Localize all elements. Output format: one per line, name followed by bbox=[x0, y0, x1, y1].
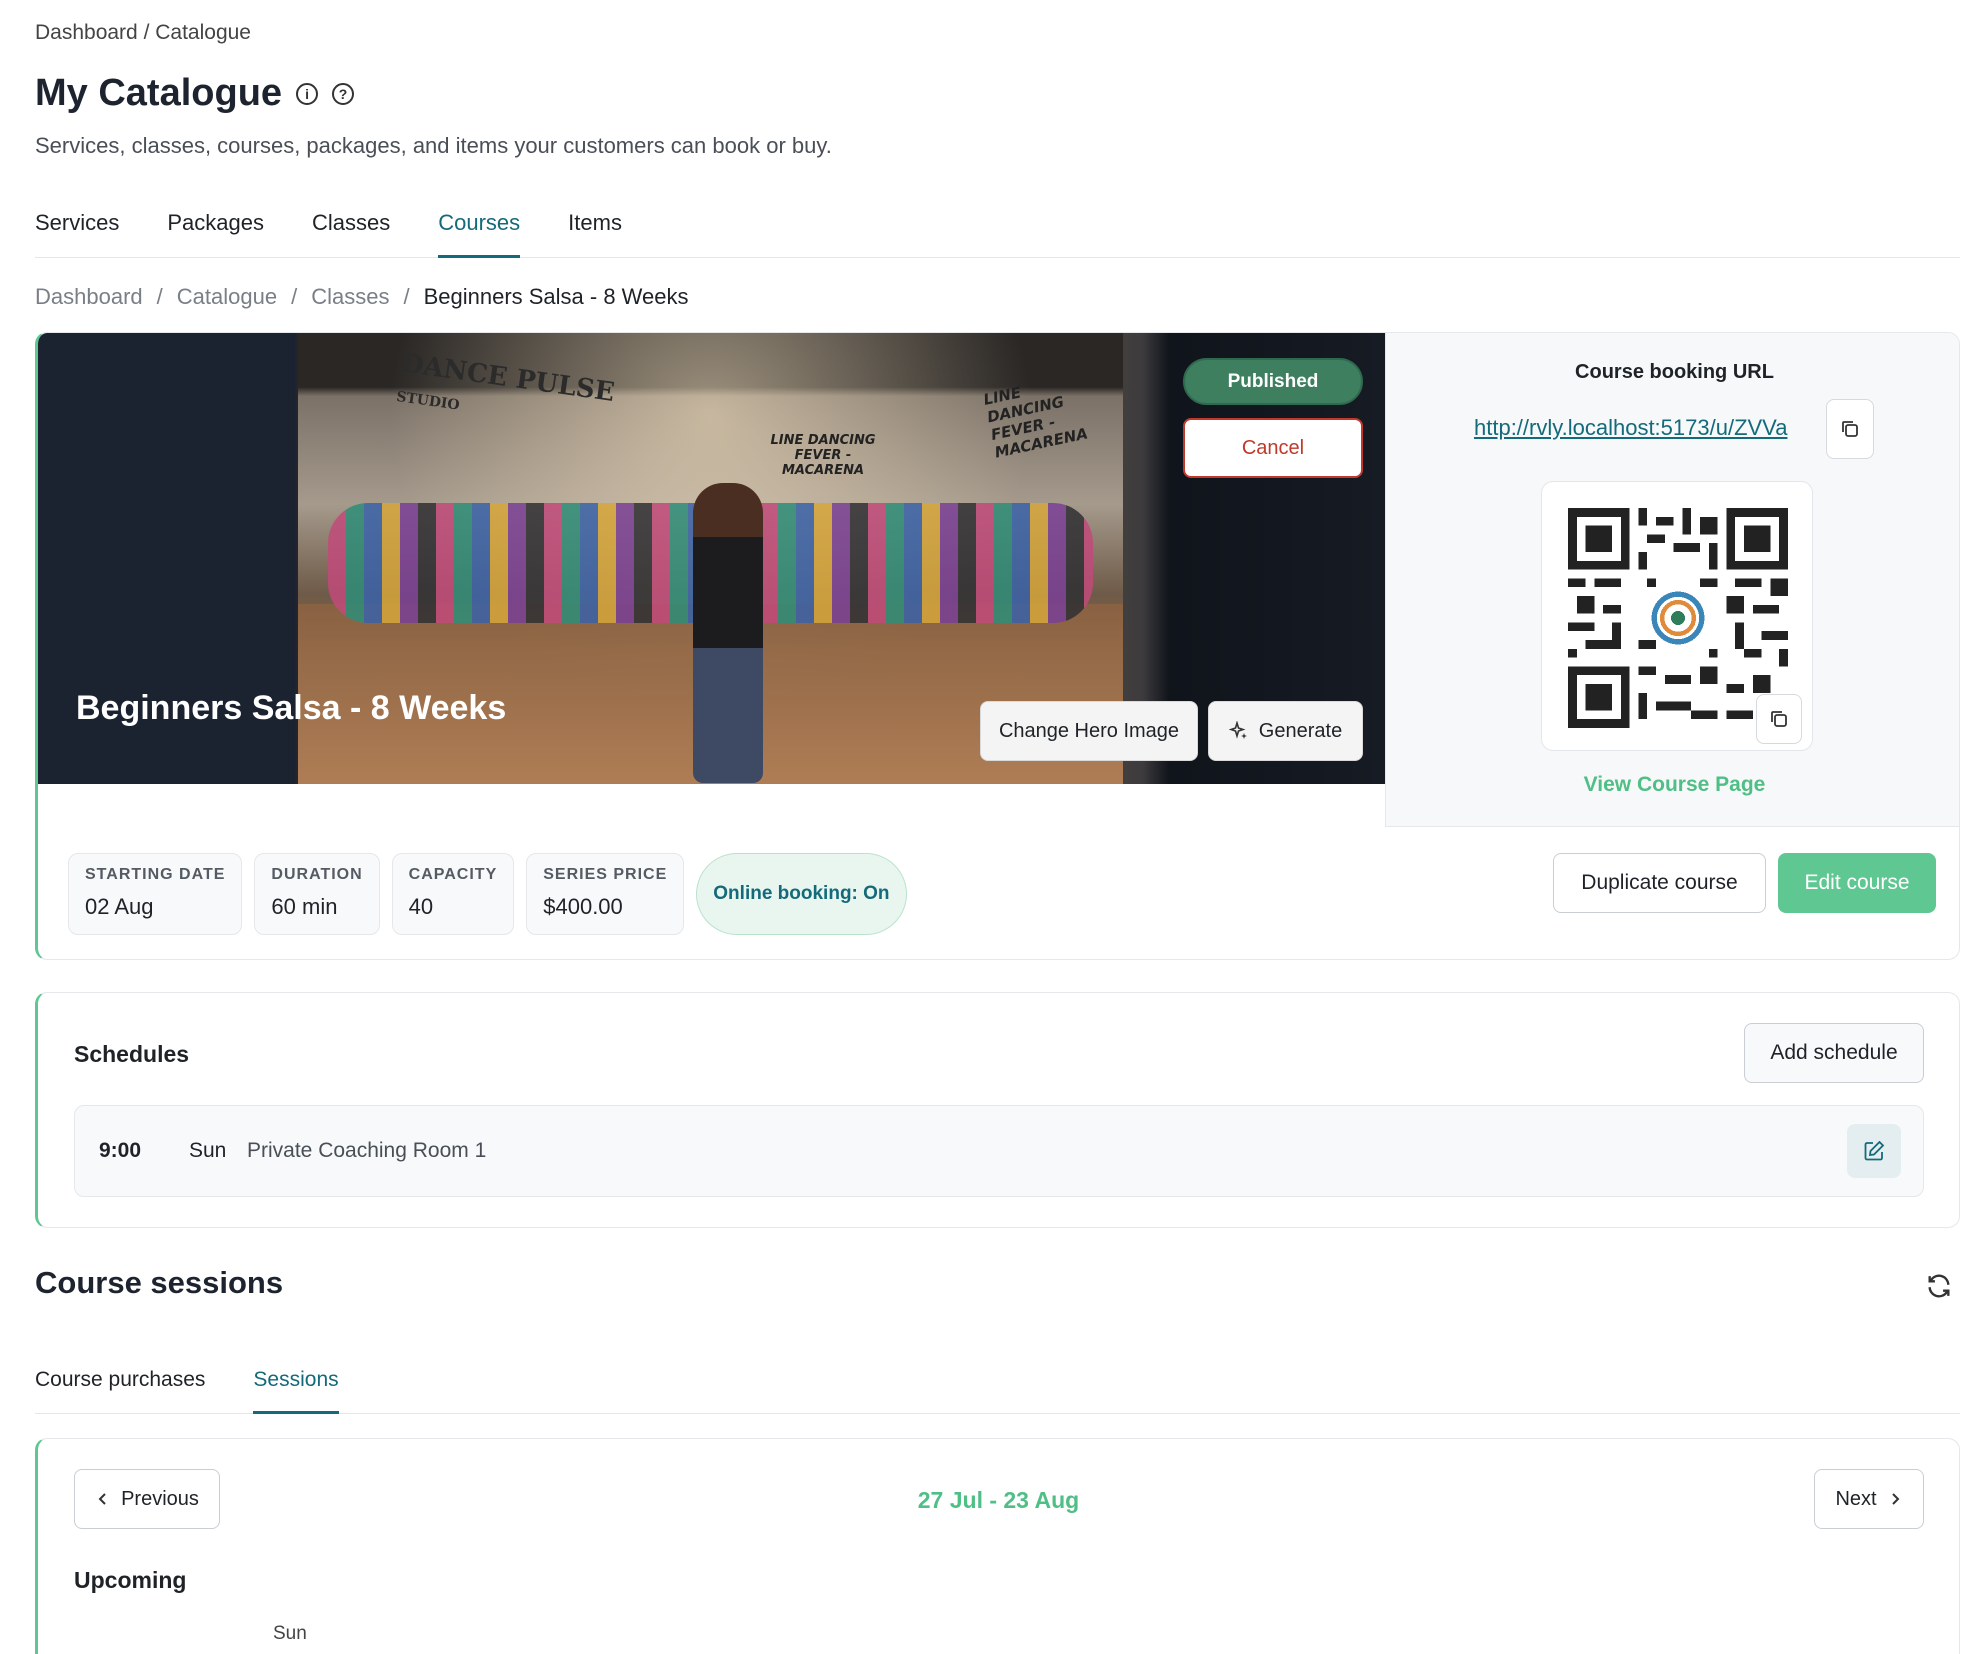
page-title: My Catalogue bbox=[35, 72, 283, 114]
chevron-right-icon bbox=[1891, 1493, 1899, 1505]
copy-qr-button[interactable] bbox=[1756, 694, 1802, 744]
online-booking-badge: Online booking: On bbox=[696, 853, 907, 935]
tab-sessions[interactable]: Sessions bbox=[253, 1360, 339, 1414]
tab-classes[interactable]: Classes bbox=[312, 200, 390, 258]
breadcrumb-separator: / bbox=[403, 284, 410, 309]
edit-course-button[interactable]: Edit course bbox=[1778, 853, 1936, 913]
tab-packages[interactable]: Packages bbox=[167, 200, 264, 258]
add-schedule-button[interactable]: Add schedule bbox=[1744, 1023, 1924, 1083]
breadcrumb: Dashboard / Catalogue / Classes / Beginn… bbox=[35, 284, 689, 310]
qr-code-card bbox=[1541, 481, 1813, 751]
duplicate-course-button[interactable]: Duplicate course bbox=[1553, 853, 1766, 913]
tab-course-purchases[interactable]: Course purchases bbox=[35, 1360, 205, 1414]
qr-code bbox=[1568, 508, 1788, 728]
status-badge: Published bbox=[1183, 358, 1363, 405]
photo-sign-banner: LINE DANCING FEVER - MACARENA bbox=[770, 433, 876, 478]
copy-icon bbox=[1842, 421, 1858, 437]
sparkle-icon bbox=[1228, 721, 1247, 739]
change-hero-image-button[interactable]: Change Hero Image bbox=[980, 701, 1198, 761]
booking-url-label: Course booking URL bbox=[1575, 361, 1774, 383]
title-row: My Catalogue i ? bbox=[35, 72, 355, 115]
breadcrumb-separator: / bbox=[291, 284, 298, 309]
edit-icon bbox=[1864, 1140, 1885, 1161]
breadcrumb-separator: / bbox=[156, 284, 163, 309]
schedule-day: Sun bbox=[189, 1139, 227, 1162]
page-subtitle: Services, classes, courses, packages, an… bbox=[35, 133, 832, 158]
generate-button[interactable]: Generate bbox=[1208, 701, 1363, 761]
sessions-card: Previous 27 Jul - 23 Aug Next Upcoming S… bbox=[35, 1438, 1960, 1654]
breadcrumb-dashboard[interactable]: Dashboard bbox=[35, 284, 143, 310]
schedules-title: Schedules bbox=[74, 1041, 190, 1067]
schedules-card: Schedules Add schedule 9:00 Sun Private … bbox=[35, 992, 1960, 1228]
breadcrumb-classes[interactable]: Classes bbox=[311, 284, 389, 310]
breadcrumb-current: Beginners Salsa - 8 Weeks bbox=[423, 284, 689, 309]
tab-services[interactable]: Services bbox=[35, 200, 119, 258]
photo-sign-window: LINE DANCING FEVER - MACARENA bbox=[981, 383, 1090, 462]
booking-url-link[interactable]: http://rvly.localhost:5173/u/ZVVa bbox=[1474, 415, 1787, 441]
schedule-time: 9:00 bbox=[99, 1139, 142, 1162]
info-icon[interactable]: i bbox=[296, 82, 319, 105]
help-icon[interactable]: ? bbox=[332, 82, 355, 105]
stat-series-price: SERIES PRICE $400.00 bbox=[526, 853, 685, 935]
schedule-room: Private Coaching Room 1 bbox=[247, 1139, 487, 1162]
view-course-page-link[interactable]: View Course Page bbox=[1386, 773, 1959, 797]
catalogue-tabs: Services Packages Classes Courses Items bbox=[35, 200, 1960, 258]
page: Dashboard / Catalogue My Catalogue i ? S… bbox=[0, 0, 1986, 1654]
stat-duration: DURATION 60 min bbox=[254, 853, 380, 935]
day-header: Sun bbox=[273, 1623, 307, 1644]
top-breadcrumb: Dashboard / Catalogue bbox=[35, 21, 251, 44]
schedule-row: 9:00 Sun Private Coaching Room 1 bbox=[74, 1105, 1924, 1197]
course-stats: STARTING DATE 02 Aug DURATION 60 min CAP… bbox=[68, 853, 907, 935]
session-tabs: Course purchases Sessions bbox=[35, 1360, 1960, 1414]
breadcrumb-catalogue[interactable]: Catalogue bbox=[177, 284, 277, 310]
stat-starting-date: STARTING DATE 02 Aug bbox=[68, 853, 243, 935]
booking-url-panel: Course booking URL http://rvly.localhost… bbox=[1385, 333, 1959, 827]
copy-url-button[interactable] bbox=[1826, 399, 1874, 459]
course-sessions-title: Course sessions bbox=[35, 1265, 284, 1300]
next-button[interactable]: Next bbox=[1814, 1469, 1924, 1529]
hero-image: DANCE PULSE STUDIO LINE DANCING FEVER - … bbox=[38, 333, 1385, 784]
copy-icon bbox=[1771, 711, 1787, 727]
date-range: 27 Jul - 23 Aug bbox=[917, 1487, 1080, 1513]
upcoming-heading: Upcoming bbox=[74, 1567, 187, 1593]
cancel-button[interactable]: Cancel bbox=[1183, 418, 1363, 478]
tab-items[interactable]: Items bbox=[568, 200, 622, 258]
edit-schedule-button[interactable] bbox=[1847, 1124, 1901, 1178]
course-hero-card: DANCE PULSE STUDIO LINE DANCING FEVER - … bbox=[35, 332, 1960, 960]
hero-title: Beginners Salsa - 8 Weeks bbox=[76, 689, 507, 727]
tab-courses[interactable]: Courses bbox=[438, 200, 520, 258]
refresh-icon[interactable] bbox=[1925, 1272, 1953, 1300]
photo-sign-main: DANCE PULSE STUDIO bbox=[395, 348, 617, 414]
lead-dancer bbox=[693, 483, 763, 783]
stat-capacity: CAPACITY 40 bbox=[391, 853, 515, 935]
